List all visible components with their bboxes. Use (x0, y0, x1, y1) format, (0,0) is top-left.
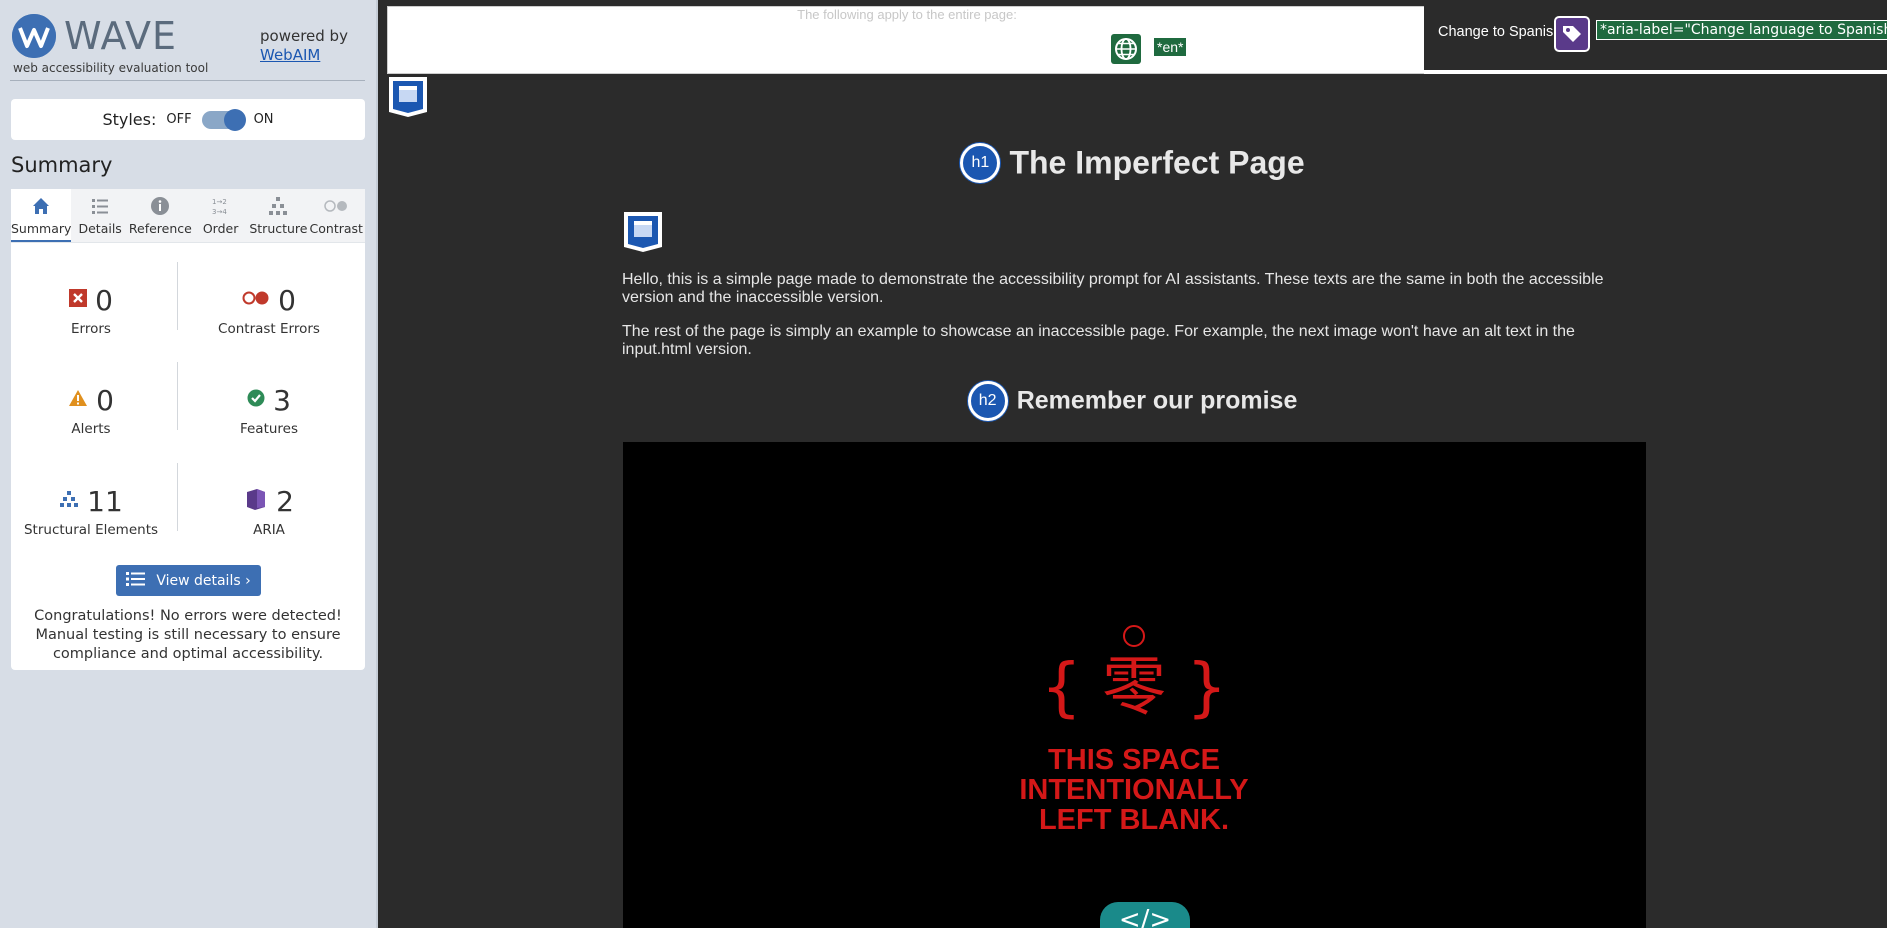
region-icon[interactable] (388, 76, 428, 118)
aria-cube-icon (244, 487, 268, 515)
apply-to-page-text: The following apply to the entire page: (797, 7, 1017, 22)
aria-label-text: ARIA (253, 522, 285, 538)
styles-toggle-box: Styles: OFF ON (11, 99, 365, 140)
styles-off-label: OFF (166, 112, 192, 127)
powered-by: powered by WebAIM (260, 27, 348, 65)
stat-features: 3 Features (189, 383, 349, 438)
page-language-bar: The following apply to the entire page: … (387, 6, 1427, 74)
stats-divider (177, 362, 178, 430)
globe-icon[interactable] (1111, 34, 1141, 64)
tab-reference[interactable]: Reference (128, 189, 192, 242)
home-icon (11, 195, 71, 217)
alerts-count: 0 (96, 383, 114, 417)
page-heading-h1: h1 The Imperfect Page (378, 143, 1887, 183)
tab-reference-label: Reference (128, 221, 192, 236)
structural-label: Structural Elements (23, 522, 159, 538)
error-icon (69, 289, 88, 311)
evaluated-page: The following apply to the entire page: … (378, 0, 1887, 928)
feature-check-icon (247, 389, 265, 411)
change-to-spanish-link[interactable]: Change to Spanish (1438, 24, 1561, 40)
h1-badge-icon[interactable]: h1 (960, 143, 1001, 183)
tab-structure-label: Structure (249, 221, 308, 236)
wave-logo-wordmark: WAVE (64, 14, 178, 58)
view-details-label: View details › (156, 572, 251, 589)
errors-count: 0 (95, 283, 113, 317)
stat-errors: 0 Errors (11, 283, 171, 337)
stat-alerts: 0 Alerts (11, 383, 171, 437)
stats-divider (177, 262, 178, 330)
tab-summary-label: Summary (11, 221, 72, 236)
promise-image: { 零 } THIS SPACE INTENTIONALLY LEFT BLAN… (623, 442, 1646, 928)
wave-logo-area: WAVE web accessibility evaluation tool p… (10, 10, 365, 81)
alerts-label: Alerts (71, 421, 111, 437)
tab-contrast[interactable]: Contrast (307, 189, 365, 242)
order-icon: 1→2 3→4 (192, 195, 249, 217)
intro-paragraph: Hello, this is a simple page made to dem… (622, 271, 1604, 306)
stats-divider (177, 463, 178, 531)
alert-icon (68, 389, 88, 411)
blank-space-art: { 零 } THIS SPACE INTENTIONALLY LEFT BLAN… (1019, 625, 1249, 836)
features-label: Features (239, 421, 299, 437)
tab-order[interactable]: 1→2 3→4 Order (191, 189, 250, 242)
region-icon[interactable] (623, 211, 663, 253)
congrats-message: Congratulations! No errors were detected… (34, 608, 342, 662)
aria-tag-icon[interactable] (1554, 16, 1590, 52)
contrast-errors-count: 0 (278, 283, 296, 317)
tab-details[interactable]: Details (71, 189, 129, 242)
panel-tabs: Summary Details Reference 1→2 3→4 Order S… (11, 189, 365, 243)
styles-on-label: ON (253, 112, 274, 127)
wave-logo-icon (12, 14, 56, 58)
view-details-button[interactable]: View details › (116, 565, 261, 596)
language-value: *en* (1154, 38, 1187, 56)
webaim-link[interactable]: WebAIM (260, 46, 320, 64)
tab-order-label: Order (202, 221, 239, 236)
powered-by-text: powered by (260, 27, 348, 45)
aria-count: 2 (276, 484, 294, 518)
h2-text: Remember our promise (1016, 386, 1298, 415)
svg-text:3→4: 3→4 (212, 208, 227, 216)
list-icon (71, 195, 128, 217)
tab-structure[interactable]: Structure (249, 189, 308, 242)
example-paragraph: The rest of the page is simply an exampl… (622, 323, 1575, 358)
stat-contrast-errors: 0 Contrast Errors (189, 283, 349, 338)
blank-line-1: THIS SPACE (1048, 744, 1220, 776)
summary-heading: Summary (11, 153, 113, 177)
stat-aria: 2 ARIA (189, 484, 349, 538)
tab-details-label: Details (78, 221, 122, 236)
features-count: 3 (273, 383, 291, 417)
summary-panel: Summary Details Reference 1→2 3→4 Order S… (11, 189, 365, 670)
structure-icon (249, 195, 307, 217)
wave-tagline: web accessibility evaluation tool (13, 61, 209, 75)
structure-tree-icon (59, 490, 79, 512)
contrast-error-icon (242, 290, 270, 310)
wave-sidebar: WAVE web accessibility evaluation tool p… (0, 0, 378, 928)
structural-count: 11 (87, 484, 123, 518)
errors-label: Errors (71, 321, 111, 337)
toggle-knob (223, 108, 246, 131)
svg-text:1→2: 1→2 (212, 198, 227, 206)
section-heading-h2: h2 Remember our promise (378, 381, 1887, 421)
code-icon[interactable]: </> (1100, 902, 1190, 928)
h1-text: The Imperfect Page (1009, 144, 1305, 181)
blank-line-2: INTENTIONALLY (1019, 774, 1248, 806)
info-icon (129, 195, 192, 217)
aria-label-value: *aria-label="Change language to Spanish"… (1596, 20, 1887, 40)
tab-contrast-label: Contrast (309, 221, 363, 236)
styles-toggle[interactable] (201, 108, 246, 131)
contrast-icon (308, 195, 365, 217)
styles-label: Styles: (102, 110, 157, 129)
blank-line-3: LEFT BLANK. (1039, 804, 1229, 836)
stat-structural-elements: 11 Structural Elements (11, 484, 171, 539)
spanish-switch-bar: Change to Spanish *aria-label="Change la… (1424, 6, 1887, 74)
tab-summary[interactable]: Summary (11, 189, 72, 242)
h2-badge-icon[interactable]: h2 (967, 381, 1008, 421)
details-list-icon (126, 571, 146, 591)
contrast-errors-label: Contrast Errors (218, 321, 320, 337)
kanji-zero-text: { 零 } (1041, 651, 1227, 725)
